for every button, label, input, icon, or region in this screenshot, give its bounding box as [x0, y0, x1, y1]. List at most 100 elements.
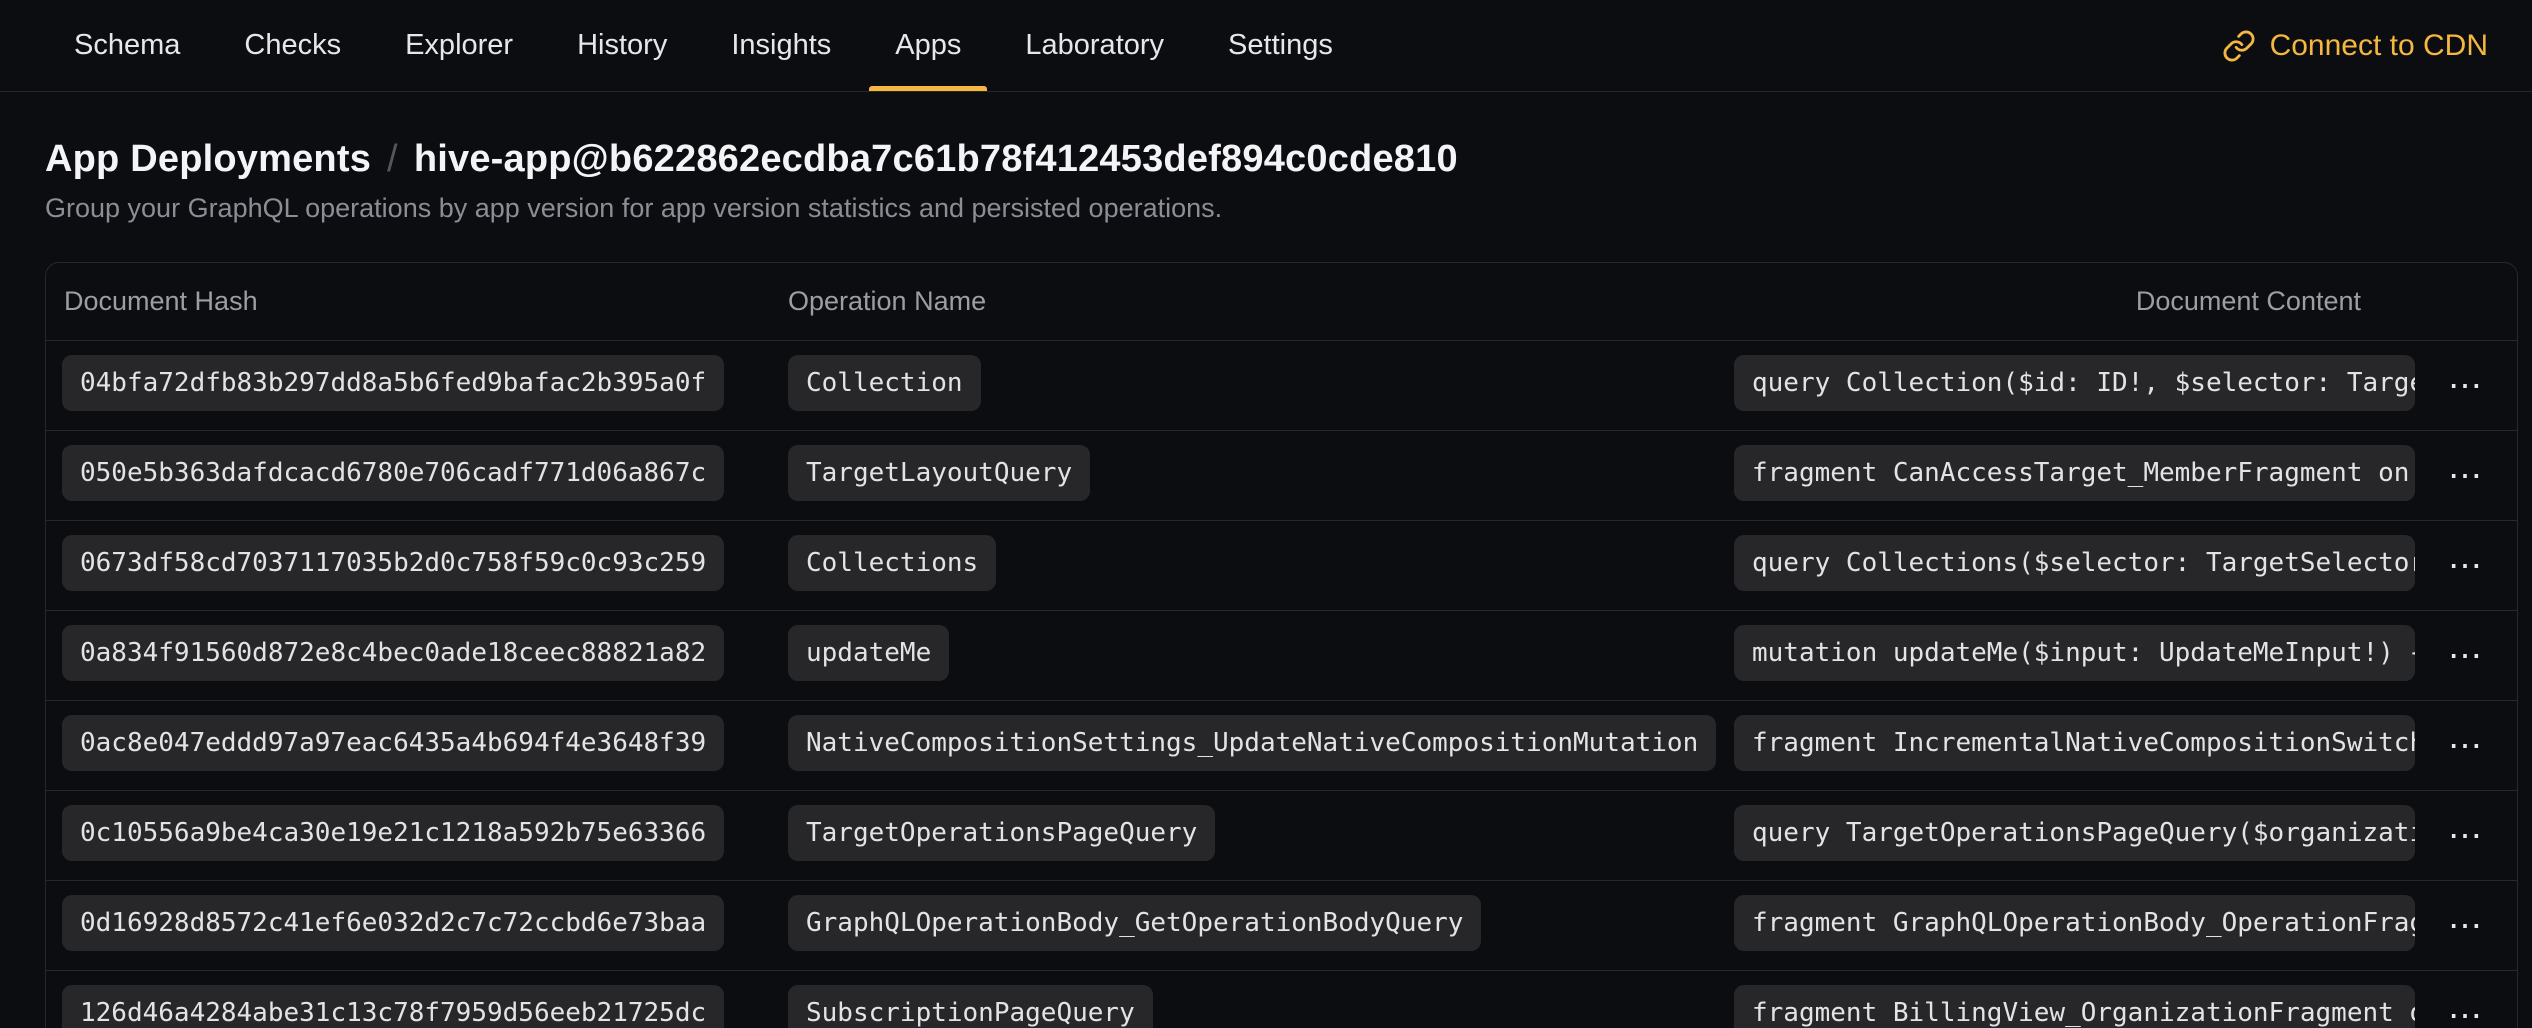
ellipsis-icon: ⋯ — [2448, 817, 2484, 855]
document-content-cell: fragment CanAccessTarget_MemberFragment … — [1734, 445, 2415, 506]
nav-spacer — [1365, 0, 2222, 91]
row-actions-cell: ⋯ — [2415, 633, 2517, 679]
operation-name-cell: SubscriptionPageQuery — [788, 985, 1734, 1028]
document-content-cell: fragment IncrementalNativeCompositionSwi… — [1734, 715, 2415, 776]
document-hash-value: 0ac8e047eddd97a97eac6435a4b694f4e3648f39 — [62, 715, 724, 771]
document-hash-cell: 0ac8e047eddd97a97eac6435a4b694f4e3648f39 — [62, 715, 788, 776]
ellipsis-icon: ⋯ — [2448, 367, 2484, 405]
table-row: 0c10556a9be4ca30e19e21c1218a592b75e63366… — [46, 790, 2517, 880]
document-content-cell: fragment BillingView_OrganizationFragmen… — [1734, 985, 2415, 1028]
document-content-cell: fragment GraphQLOperationBody_OperationF… — [1734, 895, 2415, 956]
document-content-value: query Collection($id: ID!, $selector: Ta… — [1734, 355, 2415, 411]
document-hash-cell: 050e5b363dafdcacd6780e706cadf771d06a867c — [62, 445, 788, 506]
operation-name-value: updateMe — [788, 625, 949, 681]
row-menu-button[interactable]: ⋯ — [2434, 363, 2498, 409]
ellipsis-icon: ⋯ — [2448, 907, 2484, 945]
document-hash-value: 0c10556a9be4ca30e19e21c1218a592b75e63366 — [62, 805, 724, 861]
nav-tab-settings[interactable]: Settings — [1196, 0, 1365, 91]
document-hash-cell: 0a834f91560d872e8c4bec0ade18ceec88821a82 — [62, 625, 788, 686]
column-header-operation-name: Operation Name — [788, 286, 1734, 317]
document-content-value: fragment GraphQLOperationBody_OperationF… — [1734, 895, 2415, 951]
operation-name-value: Collection — [788, 355, 981, 411]
nav-tab-insights[interactable]: Insights — [699, 0, 863, 91]
nav-tab-apps[interactable]: Apps — [863, 0, 993, 91]
document-hash-value: 050e5b363dafdcacd6780e706cadf771d06a867c — [62, 445, 724, 501]
document-hash-value: 0673df58cd7037117035b2d0c758f59c0c93c259 — [62, 535, 724, 591]
nav-tab-laboratory[interactable]: Laboratory — [993, 0, 1196, 91]
breadcrumb-separator: / — [387, 138, 398, 181]
nav-tab-checks[interactable]: Checks — [212, 0, 373, 91]
nav-tab-schema[interactable]: Schema — [42, 0, 212, 91]
operation-name-cell: GraphQLOperationBody_GetOperationBodyQue… — [788, 895, 1734, 956]
table-row: 0673df58cd7037117035b2d0c758f59c0c93c259… — [46, 520, 2517, 610]
link-icon — [2222, 29, 2256, 63]
ellipsis-icon: ⋯ — [2448, 997, 2484, 1028]
row-menu-button[interactable]: ⋯ — [2434, 903, 2498, 949]
operation-name-cell: NativeCompositionSettings_UpdateNativeCo… — [788, 715, 1734, 776]
document-hash-value: 0d16928d8572c41ef6e032d2c7c72ccbd6e73baa — [62, 895, 724, 951]
table-header-row: Document Hash Operation Name Document Co… — [46, 263, 2517, 340]
document-content-cell: query TargetOperationsPageQuery($organiz… — [1734, 805, 2415, 866]
document-hash-value: 0a834f91560d872e8c4bec0ade18ceec88821a82 — [62, 625, 724, 681]
operation-name-value: Collections — [788, 535, 996, 591]
connect-to-cdn-label: Connect to CDN — [2270, 29, 2488, 63]
table-row: 0a834f91560d872e8c4bec0ade18ceec88821a82… — [46, 610, 2517, 700]
ellipsis-icon: ⋯ — [2448, 457, 2484, 495]
document-hash-cell: 04bfa72dfb83b297dd8a5b6fed9bafac2b395a0f — [62, 355, 788, 416]
row-menu-button[interactable]: ⋯ — [2434, 453, 2498, 499]
document-content-value: fragment BillingView_OrganizationFragmen… — [1734, 985, 2415, 1028]
deployments-table: Document Hash Operation Name Document Co… — [45, 262, 2518, 1028]
document-content-value: fragment CanAccessTarget_MemberFragment … — [1734, 445, 2415, 501]
document-content-value: mutation updateMe($input: UpdateMeInput!… — [1734, 625, 2415, 681]
row-actions-cell: ⋯ — [2415, 363, 2517, 409]
row-actions-cell: ⋯ — [2415, 903, 2517, 949]
document-content-cell: query Collections($selector: TargetSelec… — [1734, 535, 2415, 596]
operation-name-value: SubscriptionPageQuery — [788, 985, 1153, 1028]
document-hash-value: 04bfa72dfb83b297dd8a5b6fed9bafac2b395a0f — [62, 355, 724, 411]
document-hash-value: 126d46a4284abe31c13c78f7959d56eeb21725dc — [62, 985, 724, 1028]
operation-name-cell: TargetOperationsPageQuery — [788, 805, 1734, 866]
row-menu-button[interactable]: ⋯ — [2434, 633, 2498, 679]
document-hash-cell: 126d46a4284abe31c13c78f7959d56eeb21725dc — [62, 985, 788, 1028]
breadcrumb-app-id: hive-app@b622862ecdba7c61b78f412453def89… — [414, 138, 1458, 181]
breadcrumb: App Deployments / hive-app@b622862ecdba7… — [45, 138, 2487, 181]
document-content-value: query Collections($selector: TargetSelec… — [1734, 535, 2415, 591]
column-header-document-content: Document Content — [1734, 286, 2415, 317]
column-header-document-hash: Document Hash — [62, 286, 788, 317]
document-hash-cell: 0c10556a9be4ca30e19e21c1218a592b75e63366 — [62, 805, 788, 866]
operation-name-cell: TargetLayoutQuery — [788, 445, 1734, 506]
document-content-cell: mutation updateMe($input: UpdateMeInput!… — [1734, 625, 2415, 686]
table-row: 050e5b363dafdcacd6780e706cadf771d06a867c… — [46, 430, 2517, 520]
row-menu-button[interactable]: ⋯ — [2434, 543, 2498, 589]
row-actions-cell: ⋯ — [2415, 453, 2517, 499]
row-actions-cell: ⋯ — [2415, 543, 2517, 589]
nav-tab-history[interactable]: History — [545, 0, 699, 91]
operation-name-value: TargetOperationsPageQuery — [788, 805, 1215, 861]
breadcrumb-section: App Deployments — [45, 138, 371, 181]
nav-tab-explorer[interactable]: Explorer — [373, 0, 545, 91]
table-row: 126d46a4284abe31c13c78f7959d56eeb21725dc… — [46, 970, 2517, 1028]
table-body: 04bfa72dfb83b297dd8a5b6fed9bafac2b395a0f… — [46, 340, 2517, 1028]
document-content-value: fragment IncrementalNativeCompositionSwi… — [1734, 715, 2415, 771]
operation-name-cell: Collection — [788, 355, 1734, 416]
document-content-cell: query Collection($id: ID!, $selector: Ta… — [1734, 355, 2415, 416]
row-actions-cell: ⋯ — [2415, 993, 2517, 1028]
row-menu-button[interactable]: ⋯ — [2434, 993, 2498, 1028]
row-actions-cell: ⋯ — [2415, 723, 2517, 769]
operation-name-value: GraphQLOperationBody_GetOperationBodyQue… — [788, 895, 1481, 951]
document-hash-cell: 0673df58cd7037117035b2d0c758f59c0c93c259 — [62, 535, 788, 596]
table-row: 04bfa72dfb83b297dd8a5b6fed9bafac2b395a0f… — [46, 340, 2517, 430]
table-row: 0d16928d8572c41ef6e032d2c7c72ccbd6e73baa… — [46, 880, 2517, 970]
document-hash-cell: 0d16928d8572c41ef6e032d2c7c72ccbd6e73baa — [62, 895, 788, 956]
table-row: 0ac8e047eddd97a97eac6435a4b694f4e3648f39… — [46, 700, 2517, 790]
row-menu-button[interactable]: ⋯ — [2434, 723, 2498, 769]
connect-to-cdn-button[interactable]: Connect to CDN — [2222, 0, 2488, 91]
operation-name-value: TargetLayoutQuery — [788, 445, 1090, 501]
row-actions-cell: ⋯ — [2415, 813, 2517, 859]
operation-name-value: NativeCompositionSettings_UpdateNativeCo… — [788, 715, 1716, 771]
page-subtitle: Group your GraphQL operations by app ver… — [45, 193, 2487, 224]
document-content-value: query TargetOperationsPageQuery($organiz… — [1734, 805, 2415, 861]
app-deployments-page: App Deployments / hive-app@b622862ecdba7… — [0, 138, 2532, 1028]
top-navigation: SchemaChecksExplorerHistoryInsightsAppsL… — [0, 0, 2532, 92]
row-menu-button[interactable]: ⋯ — [2434, 813, 2498, 859]
